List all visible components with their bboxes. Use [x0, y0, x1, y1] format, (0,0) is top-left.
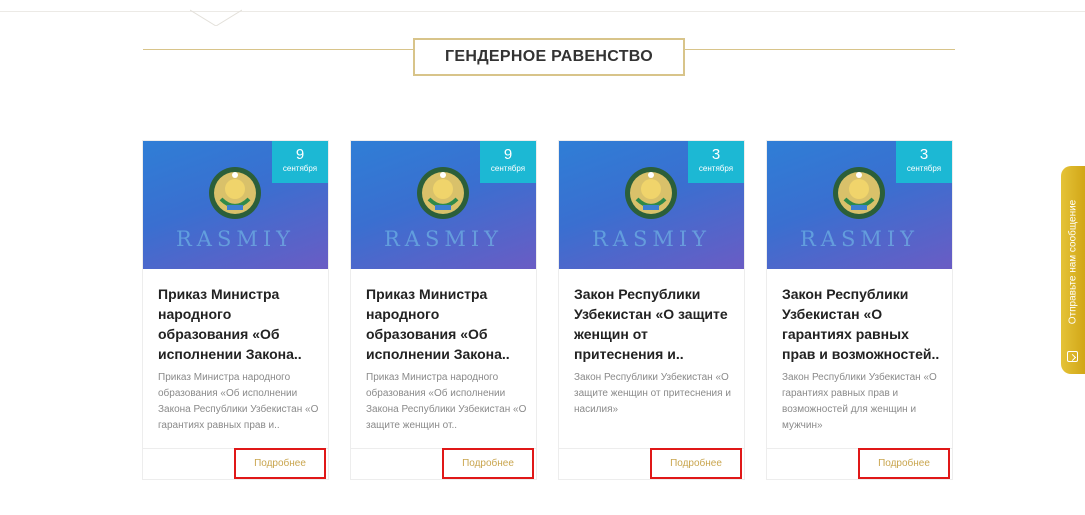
section-title: ГЕНДЕРНОЕ РАВЕНСТВО [445, 48, 653, 65]
image-watermark-text: RASMIY [591, 227, 712, 251]
date-month: сентября [282, 164, 318, 173]
news-card[interactable]: RASMIY 3 сентября Закон Республики Узбек… [558, 140, 745, 480]
more-button[interactable]: Подробнее [858, 448, 950, 479]
card-title[interactable]: Закон Республики Узбекистан «О защите же… [574, 284, 736, 364]
date-badge: 9 сентября [272, 141, 328, 183]
news-card[interactable]: RASMIY 3 сентября Закон Республики Узбек… [766, 140, 953, 480]
more-button[interactable]: Подробнее [442, 448, 534, 479]
uzbekistan-emblem-icon [417, 167, 469, 219]
header-line-left [143, 49, 413, 50]
image-watermark-text: RASMIY [175, 227, 296, 251]
section-header: ГЕНДЕРНОЕ РАВЕНСТВО [143, 38, 955, 78]
feedback-label: Отправьте нам сообщение [1067, 199, 1079, 325]
uzbekistan-emblem-icon [833, 167, 885, 219]
card-title[interactable]: Закон Республики Узбекистан «О гарантиях… [782, 284, 944, 364]
news-card[interactable]: RASMIY 9 сентября Приказ Министра народн… [350, 140, 537, 480]
card-description: Закон Республики Узбекистан «О гарантиях… [782, 372, 937, 431]
more-button[interactable]: Подробнее [650, 448, 742, 479]
top-divider [0, 11, 1085, 12]
uzbekistan-emblem-icon [209, 167, 261, 219]
card-title[interactable]: Приказ Министра народного образования «О… [366, 284, 528, 364]
date-badge: 3 сентября [688, 141, 744, 183]
section-title-box: ГЕНДЕРНОЕ РАВЕНСТВО [413, 38, 685, 76]
card-image[interactable]: RASMIY 3 сентября [767, 141, 952, 269]
date-badge: 3 сентября [896, 141, 952, 183]
card-image[interactable]: RASMIY 3 сентября [559, 141, 744, 269]
feedback-tab[interactable]: Отправьте нам сообщение [1061, 166, 1085, 374]
image-watermark-text: RASMIY [799, 227, 920, 251]
card-title[interactable]: Приказ Министра народного образования «О… [158, 284, 320, 364]
card-image[interactable]: RASMIY 9 сентября [351, 141, 536, 269]
date-day: 9 [503, 146, 513, 163]
date-month: сентября [698, 164, 734, 173]
top-chevron-decoration [190, 9, 242, 26]
date-month: сентября [490, 164, 526, 173]
date-day: 3 [919, 146, 929, 163]
date-day: 3 [711, 146, 721, 163]
header-line-right [685, 49, 955, 50]
message-icon [1067, 351, 1078, 362]
date-month: сентября [906, 164, 942, 173]
uzbekistan-emblem-icon [625, 167, 677, 219]
card-description: Приказ Министра народного образования «О… [366, 372, 527, 431]
card-description: Закон Республики Узбекистан «О защите же… [574, 372, 731, 415]
news-card[interactable]: RASMIY 9 сентября Приказ Министра народн… [142, 140, 329, 480]
more-button[interactable]: Подробнее [234, 448, 326, 479]
card-description: Приказ Министра народного образования «О… [158, 372, 319, 431]
date-day: 9 [295, 146, 305, 163]
date-badge: 9 сентября [480, 141, 536, 183]
image-watermark-text: RASMIY [383, 227, 504, 251]
card-image[interactable]: RASMIY 9 сентября [143, 141, 328, 269]
